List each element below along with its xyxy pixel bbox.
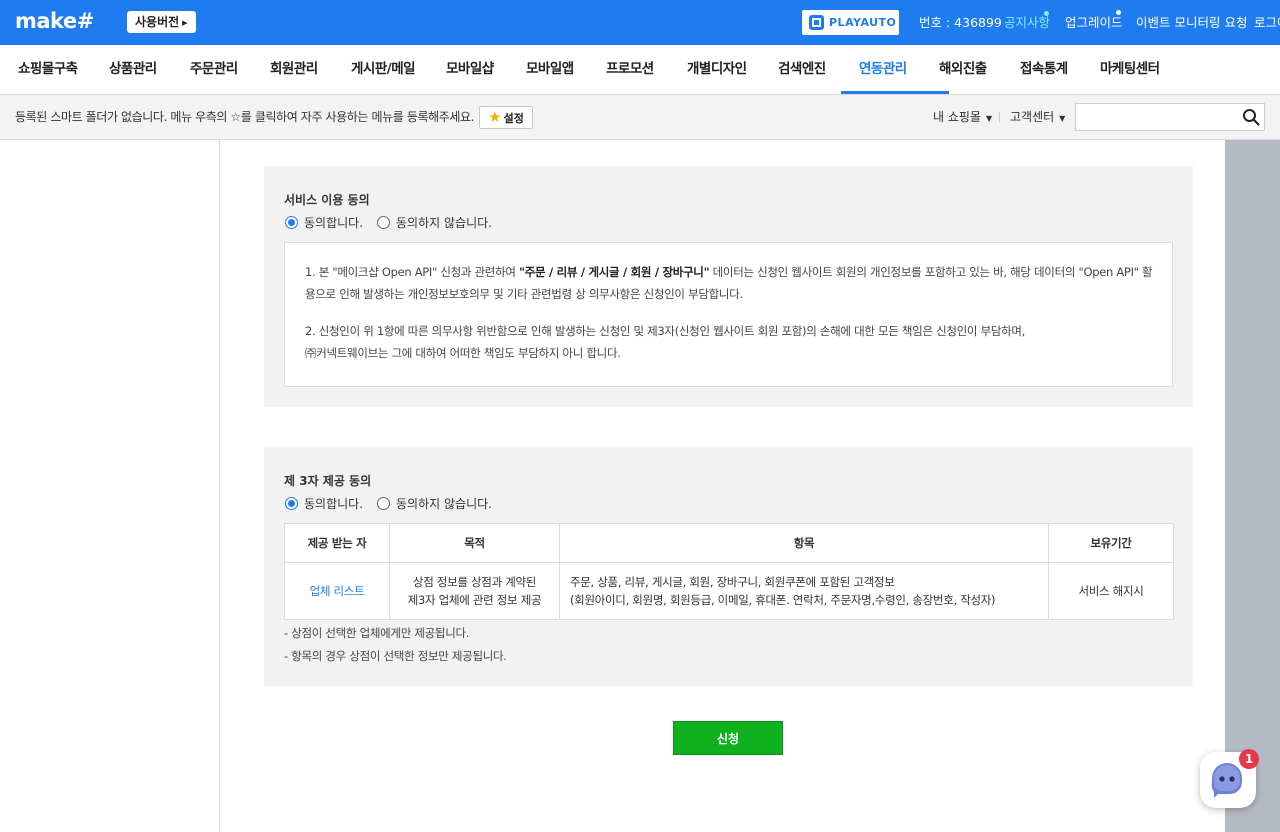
third-party-agree-label[interactable]: 동의합니다. bbox=[304, 495, 363, 512]
terms-2-line-2: ㈜커넥트웨이브는 그에 대하여 어떠한 책임도 부담하지 아니 합니다. bbox=[305, 346, 621, 360]
my-shop-dropdown[interactable]: 내 쇼핑몰 ▼ bbox=[933, 95, 992, 139]
account-number: 번호 : 436899 bbox=[919, 15, 1002, 30]
nav-shop-build[interactable]: 쇼핑몰구축 bbox=[18, 45, 78, 94]
provision-note-1: - 상점이 선택한 업체에게만 제공됩니다. bbox=[284, 626, 470, 640]
upgrade-link[interactable]: 업그레이드 bbox=[1065, 0, 1123, 45]
items-line-2: (회원아이디, 회원명, 회원등급, 이메일, 휴대폰. 연락처, 주문자명,수… bbox=[570, 593, 996, 607]
search-icon[interactable] bbox=[1242, 108, 1260, 126]
service-agree-radio[interactable] bbox=[285, 216, 298, 229]
setting-label: 설정 bbox=[503, 111, 524, 125]
table-header: 제공 받는 자 bbox=[284, 523, 390, 563]
my-shop-label: 내 쇼핑몰 bbox=[933, 110, 981, 124]
notice-new-dot bbox=[1044, 11, 1049, 16]
playauto-link[interactable]: PLAYAUTO bbox=[802, 10, 899, 35]
nav-integration[interactable]: 연동관리 bbox=[859, 45, 907, 94]
top-bar: make# 사용버전 ▶ PLAYAUTO 번호 : 436899 공지사항 업그… bbox=[0, 0, 1280, 45]
nav-marketing[interactable]: 마케팅센터 bbox=[1100, 45, 1160, 94]
nav-overseas[interactable]: 해외진출 bbox=[939, 45, 987, 94]
customer-center-dropdown[interactable]: 고객센터 ▼ bbox=[1010, 95, 1065, 139]
table-header: 보유기간 bbox=[1048, 523, 1174, 563]
logout-link[interactable]: 로그아 bbox=[1254, 0, 1280, 45]
retention-cell: 서비스 해지시 bbox=[1048, 562, 1174, 620]
terms-2-line-1: 2. 신청인이 위 1항에 따른 의무사항 위반함으로 인해 발생하는 신청인 … bbox=[305, 324, 1026, 338]
nav-product[interactable]: 상품관리 bbox=[109, 45, 157, 94]
vendor-list-link[interactable]: 업체 리스트 bbox=[284, 562, 390, 620]
logo[interactable]: make# bbox=[15, 9, 94, 33]
terms-1-bold: "주문 / 리뷰 / 게시글 / 회원 / 장바구니" bbox=[519, 265, 710, 279]
table-header: 항목 bbox=[559, 523, 1049, 563]
star-icon: ★ bbox=[488, 108, 502, 126]
items-line-1: 주문, 상품, 리뷰, 게시글, 회원, 장바구니, 회원쿠폰에 포함된 고객정… bbox=[570, 575, 895, 589]
purpose-cell: 상점 정보를 상점과 계약된 제3자 업체에 관련 정보 제공 bbox=[389, 562, 560, 620]
caret-right-icon: ▶ bbox=[182, 19, 188, 27]
caret-down-icon: ▼ bbox=[985, 114, 993, 123]
nav-member[interactable]: 회원관리 bbox=[270, 45, 318, 94]
chat-unread-badge: 1 bbox=[1239, 749, 1259, 769]
nav-custom-design[interactable]: 개별디자인 bbox=[687, 45, 747, 94]
service-consent-title: 서비스 이용 동의 bbox=[284, 193, 370, 207]
nav-mobile-shop[interactable]: 모바일샵 bbox=[446, 45, 494, 94]
nav-promotion[interactable]: 프로모션 bbox=[606, 45, 654, 94]
main-nav: 쇼핑몰구축 상품관리 주문관리 회원관리 게시판/메일 모바일샵 모바일앱 프로… bbox=[0, 45, 1280, 95]
terms-paragraph-1: 1. 본 "메이크샵 Open API" 신청과 관련하여 "주문 / 리뷰 /… bbox=[305, 261, 1155, 305]
search-input[interactable] bbox=[1082, 108, 1232, 126]
playauto-logo-icon bbox=[809, 15, 824, 30]
smart-folder-setting-button[interactable]: ★ 설정 bbox=[479, 106, 533, 129]
purpose-line-1: 상점 정보를 상점과 계약된 bbox=[412, 575, 537, 589]
terms-box: 1. 본 "메이크샵 Open API" 신청과 관련하여 "주문 / 리뷰 /… bbox=[284, 242, 1173, 387]
left-sidebar bbox=[0, 140, 220, 832]
third-party-consent-panel: 제 3자 제공 동의 동의합니다. 동의하지 않습니다. 제공 받는 자 목적 … bbox=[264, 447, 1193, 686]
apply-button[interactable]: 신청 bbox=[673, 721, 783, 755]
third-party-disagree-radio[interactable] bbox=[377, 497, 391, 510]
divider bbox=[999, 112, 1000, 123]
right-strip bbox=[1225, 140, 1280, 832]
third-party-consent-title: 제 3자 제공 동의 bbox=[284, 474, 372, 488]
third-party-agree-radio[interactable] bbox=[285, 497, 298, 510]
third-party-disagree-label[interactable]: 동의하지 않습니다. bbox=[396, 495, 492, 512]
caret-down-icon: ▼ bbox=[1059, 114, 1066, 123]
customer-center-label: 고객센터 bbox=[1010, 110, 1055, 124]
provision-table: 제공 받는 자 목적 항목 보유기간 업체 리스트 상점 정보를 상점과 계약된… bbox=[284, 523, 1174, 620]
nav-search-engine[interactable]: 검색엔진 bbox=[778, 45, 826, 94]
service-disagree-label[interactable]: 동의하지 않습니다. bbox=[396, 214, 492, 231]
terms-paragraph-2: 2. 신청인이 위 1항에 따른 의무사항 위반함으로 인해 발생하는 신청인 … bbox=[305, 320, 1155, 364]
provision-note-2: - 항목의 경우 상점이 선택한 정보만 제공됩니다. bbox=[284, 649, 507, 663]
service-agree-label[interactable]: 동의합니다. bbox=[304, 214, 363, 231]
nav-order[interactable]: 주문관리 bbox=[190, 45, 238, 94]
nav-board-mail[interactable]: 게시판/메일 bbox=[351, 45, 416, 94]
notice-link[interactable]: 공지사항 bbox=[1004, 0, 1050, 45]
nav-mobile-app[interactable]: 모바일앱 bbox=[526, 45, 574, 94]
table-header: 목적 bbox=[389, 523, 560, 563]
service-consent-panel: 서비스 이용 동의 동의합니다. 동의하지 않습니다. 1. 본 "메이크샵 O… bbox=[264, 166, 1193, 407]
nav-active-indicator bbox=[841, 91, 949, 94]
items-cell: 주문, 상품, 리뷰, 게시글, 회원, 장바구니, 회원쿠폰에 포함된 고객정… bbox=[559, 562, 1049, 620]
upgrade-new-dot bbox=[1116, 10, 1121, 15]
terms-1-text: 1. 본 "메이크샵 Open API" 신청과 관련하여 bbox=[305, 265, 520, 279]
nav-statistics[interactable]: 접속통계 bbox=[1020, 45, 1068, 94]
search-box bbox=[1075, 103, 1265, 131]
service-consent-radio-group: 동의합니다. 동의하지 않습니다. bbox=[285, 214, 492, 231]
service-disagree-radio[interactable] bbox=[377, 216, 391, 229]
table-header-row: 제공 받는 자 목적 항목 보유기간 bbox=[284, 523, 1174, 563]
trial-version-label: 사용버전 bbox=[135, 15, 180, 29]
trial-version-button[interactable]: 사용버전 ▶ bbox=[127, 11, 196, 33]
third-party-radio-group: 동의합니다. 동의하지 않습니다. bbox=[285, 495, 492, 512]
playauto-label: PLAYAUTO bbox=[829, 16, 897, 29]
smart-folder-message: 등록된 스마트 폴더가 없습니다. 메뉴 우측의 ☆를 클릭하여 자주 사용하는… bbox=[15, 110, 475, 124]
table-row: 업체 리스트 상점 정보를 상점과 계약된 제3자 업체에 관련 정보 제공 주… bbox=[284, 562, 1174, 620]
purpose-line-2: 제3자 업체에 관련 정보 제공 bbox=[407, 593, 542, 607]
event-monitoring-link[interactable]: 이벤트 모니터링 요청 bbox=[1136, 0, 1247, 45]
